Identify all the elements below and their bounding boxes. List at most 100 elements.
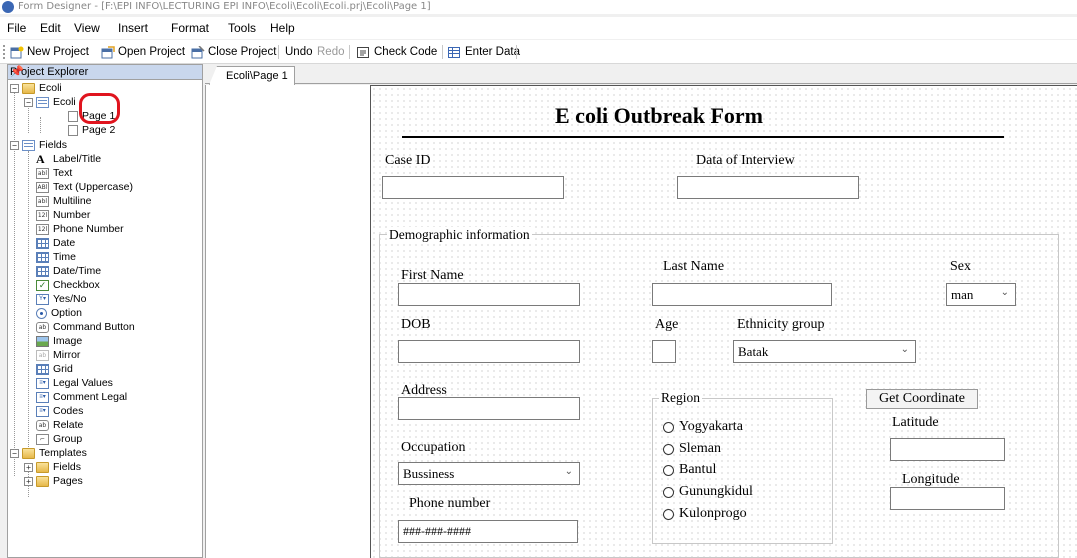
region-option-gunungkidul[interactable]: Gunungkidul [663, 484, 753, 500]
interview-date-input[interactable] [677, 176, 859, 199]
first-name-input[interactable] [398, 283, 580, 306]
latitude-input[interactable] [890, 438, 1005, 461]
latitude-label[interactable]: Latitude [892, 415, 939, 431]
close-project-button[interactable]: Close Project [191, 44, 276, 60]
open-project-button[interactable]: Open Project [101, 44, 185, 60]
ethnicity-dropdown[interactable]: Batak ⌄ [733, 340, 916, 363]
menu-view[interactable]: View [74, 21, 100, 35]
new-project-button[interactable]: New Project [10, 44, 89, 60]
region-option-yogyakarta[interactable]: Yogyakarta [663, 419, 743, 435]
tree-field-number[interactable]: 12l Number [36, 208, 90, 222]
sex-dropdown[interactable]: man ⌄ [946, 283, 1016, 306]
checkbox-icon: ✓ [36, 279, 49, 291]
region-option-kulonprogo[interactable]: Kulonprogo [663, 506, 747, 522]
region-option-bantul[interactable]: Bantul [663, 462, 716, 478]
tree-field-label-title[interactable]: A Label/Title [36, 152, 101, 166]
menu-file[interactable]: File [7, 21, 26, 35]
tree-page-1[interactable]: Page 1 [68, 109, 115, 123]
case-id-input[interactable] [382, 176, 564, 199]
tree-field-relate[interactable]: ab Relate [36, 418, 83, 432]
tree-field-checkbox[interactable]: ✓ Checkbox [36, 278, 100, 292]
enter-data-button[interactable]: Enter Data [448, 44, 520, 60]
time-field-icon [36, 251, 49, 263]
tree-templates-pages[interactable]: + Pages [24, 474, 83, 488]
radio-icon [663, 421, 674, 433]
collapse-icon[interactable]: − [10, 83, 19, 93]
tree-templates-fields[interactable]: + Fields [24, 460, 81, 474]
tree-field-grid[interactable]: Grid [36, 362, 73, 376]
chevron-down-icon: ⌄ [1000, 287, 1009, 298]
tree-field-yes-no[interactable]: Y▾ Yes/No [36, 292, 86, 306]
collapse-icon[interactable]: − [10, 140, 19, 150]
tree-label: Phone Number [53, 223, 124, 235]
tree-field-text-uppercase[interactable]: ABl Text (Uppercase) [36, 180, 133, 194]
occupation-dropdown[interactable]: Bussiness ⌄ [398, 462, 580, 485]
tree-page-2[interactable]: Page 2 [68, 123, 115, 137]
interview-date-label[interactable]: Data of Interview [696, 153, 795, 169]
tree-field-multiline[interactable]: abl Multiline [36, 194, 92, 208]
expand-icon[interactable]: + [24, 462, 33, 472]
check-code-button[interactable]: Check Code [357, 44, 437, 60]
age-input[interactable] [652, 340, 676, 363]
pin-icon[interactable]: 📌 [10, 65, 190, 78]
redo-button[interactable]: Redo [317, 44, 345, 60]
tree-field-command-button[interactable]: ab Command Button [36, 320, 135, 334]
collapse-icon[interactable]: − [24, 97, 33, 107]
age-label[interactable]: Age [655, 317, 678, 333]
menu-tools[interactable]: Tools [228, 21, 256, 35]
menu-insert[interactable]: Insert [118, 21, 148, 35]
tree-field-codes[interactable]: ≡▾ Codes [36, 404, 83, 418]
phone-number-label[interactable]: Phone number [409, 496, 490, 512]
tree-project-ecoli[interactable]: − Ecoli [10, 81, 62, 95]
occupation-label[interactable]: Occupation [401, 440, 466, 456]
longitude-label[interactable]: Longitude [902, 472, 960, 488]
tree-label: Codes [53, 405, 84, 417]
last-name-input[interactable] [652, 283, 832, 306]
tree-field-phone-number[interactable]: 12l Phone Number [36, 222, 124, 236]
ethnicity-label[interactable]: Ethnicity group [737, 317, 825, 333]
title-rule[interactable] [402, 136, 1004, 138]
tree-label: Number [53, 209, 91, 221]
address-input[interactable] [398, 397, 580, 420]
menu-edit[interactable]: Edit [40, 21, 61, 35]
tree-label: Comment Legal [53, 391, 128, 403]
tree-templates-group[interactable]: − Templates [10, 446, 87, 460]
tree-field-text[interactable]: abl Text [36, 166, 72, 180]
first-name-label[interactable]: First Name [401, 268, 464, 284]
tree-fields-group[interactable]: − Fields [10, 138, 67, 152]
new-project-label: New Project [27, 46, 89, 58]
dob-input[interactable] [398, 340, 580, 363]
sex-label[interactable]: Sex [950, 259, 971, 275]
menu-help[interactable]: Help [270, 21, 295, 35]
region-option-sleman[interactable]: Sleman [663, 441, 721, 457]
expand-icon[interactable]: + [24, 476, 33, 486]
phone-number-input[interactable]: ###-###-#### [398, 520, 578, 543]
tree-field-comment-legal[interactable]: ≡▾ Comment Legal [36, 390, 127, 404]
tree-label: Text (Uppercase) [53, 181, 133, 193]
tree-field-legal-values[interactable]: ≡▾ Legal Values [36, 376, 113, 390]
close-project-label: Close Project [208, 46, 277, 58]
tree-field-date[interactable]: Date [36, 236, 75, 250]
tree-view-ecoli[interactable]: − Ecoli [24, 95, 76, 109]
form-title[interactable]: E coli Outbreak Form [555, 103, 763, 129]
tree-label: Templates [39, 447, 87, 459]
longitude-input[interactable] [890, 487, 1005, 510]
get-coordinate-button[interactable]: Get Coordinate [866, 389, 978, 409]
tree-label: Checkbox [53, 279, 100, 291]
tab-ecoli-page-1[interactable]: Ecoli\Page 1 [209, 66, 295, 85]
case-id-label[interactable]: Case ID [385, 153, 431, 169]
tree-field-option[interactable]: Option [36, 306, 82, 320]
dob-label[interactable]: DOB [401, 317, 431, 333]
folder-icon [36, 475, 49, 487]
undo-button[interactable]: Undo [285, 44, 313, 60]
chevron-down-icon: ⌄ [564, 466, 573, 477]
menu-format[interactable]: Format [171, 21, 209, 35]
collapse-icon[interactable]: − [10, 448, 19, 458]
tree-field-date-time[interactable]: Date/Time [36, 264, 101, 278]
tree-field-group[interactable]: ⌐ Group [36, 432, 82, 446]
tree-field-mirror[interactable]: ab Mirror [36, 348, 80, 362]
last-name-label[interactable]: Last Name [663, 259, 724, 275]
tree-field-time[interactable]: Time [36, 250, 76, 264]
toolbar-grip[interactable] [3, 45, 5, 59]
tree-field-image[interactable]: Image [36, 334, 82, 348]
